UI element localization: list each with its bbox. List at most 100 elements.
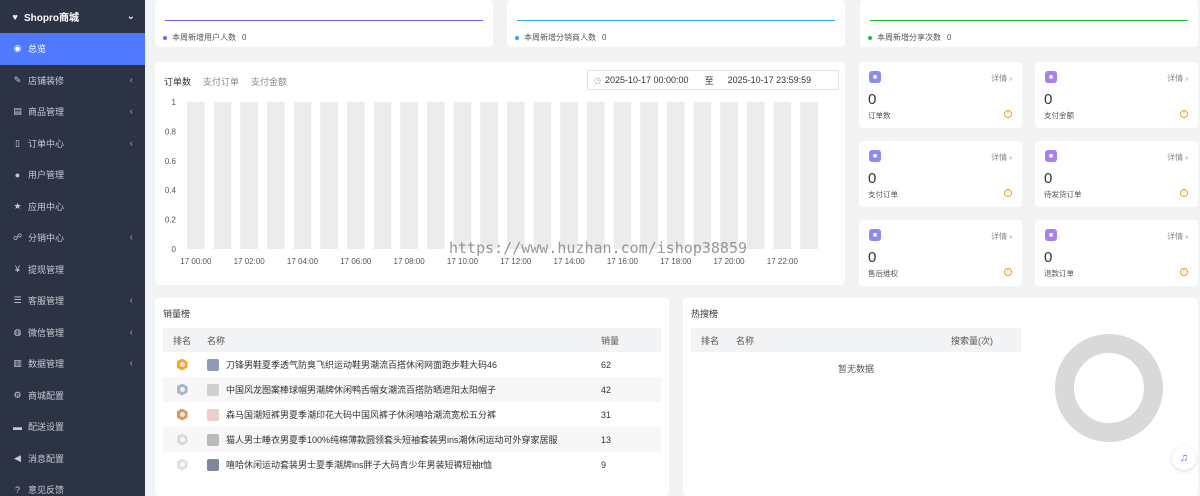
rank-medal-icon [176,358,188,371]
info-icon[interactable]: ! [1004,268,1012,276]
bar-background [640,102,658,249]
tab-order-count[interactable]: 订单数 [164,75,191,88]
stat-value: 0 [1044,249,1053,266]
sidebar-item-12[interactable]: ▬ 配送设置 [0,411,145,443]
product-name[interactable]: 猫人男士睡衣男夏季100%纯棉薄款圆领套头短袖套装男ins潮休闲运动可外穿家居服 [226,433,558,446]
sidebar-item-9[interactable]: ◍ 微信管理 ‹ [0,317,145,349]
product-name[interactable]: 森马国潮短裤男夏季潮印花大码中国风裤子休闲嘻哈潮流宽松五分裤 [226,408,496,421]
rank-cell [163,458,201,471]
stat-label: 退款订单 [1044,269,1074,278]
x-tick-label: 17 18:00 [660,257,692,266]
table-header: 排名 名称 销量 [163,328,661,352]
stat-card-0: ■ 详情 › 0 订单数! [859,62,1022,128]
paid-order-icon: ■ [869,150,881,162]
col-name: 名称 [207,335,226,346]
sidebar-item-14[interactable]: ? 意见反馈 [0,474,145,496]
legend-dot [515,35,519,40]
rank-cell [163,408,201,421]
y-tick-label: 0.4 [165,186,177,195]
strip-value: 0 [602,33,607,42]
chevron-right-icon: › [1009,74,1012,83]
date-start[interactable]: 2025-10-17 00:00:00 [605,75,689,85]
chevron-right-icon: › [1009,153,1012,162]
sidebar-item-10[interactable]: ▥ 数据管理 ‹ [0,348,145,380]
detail-link[interactable]: 详情 › [991,152,1012,163]
info-icon[interactable]: ! [1180,110,1188,118]
yen-icon: ¥ [14,264,20,275]
detail-link[interactable]: 详情 › [1167,73,1188,84]
info-icon[interactable]: ! [1180,268,1188,276]
product-name[interactable]: 中国风龙图案棒球帽男潮牌休闲鸭舌帽女潮流百搭防晒遮阳太阳帽子 [226,383,496,396]
tab-paid-amount[interactable]: 支付金额 [251,75,287,88]
stat-card-2: ■ 详情 › 0 支付订单! [859,141,1022,207]
rank-medal-icon [176,383,188,396]
sidebar-item-label: 提现管理 [28,264,65,275]
sidebar-item-1[interactable]: ✎ 店铺装修 ‹ [0,65,145,97]
detail-link[interactable]: 详情 › [1167,231,1188,242]
y-tick-label: 0.2 [165,216,177,225]
stat-value: 0 [1044,91,1053,108]
bar-background [693,102,712,249]
x-tick-label: 17 00:00 [180,257,212,266]
chevron-left-icon: ‹ [129,295,133,307]
star-icon: ★ [13,200,22,211]
rank-medal-icon [176,433,188,446]
gears-icon: ⚙ [13,389,22,400]
shield-icon: ■ [869,229,881,241]
detail-link[interactable]: 详情 › [1167,152,1188,163]
rank-cell [163,433,201,446]
brand-bar[interactable]: ♥ Shopro商城 ⌄ [0,0,145,33]
detail-link[interactable]: 详情 › [991,73,1012,84]
product-thumbnail [207,358,219,371]
shipping-icon: ■ [1045,150,1057,162]
brush-icon: ✎ [13,74,22,85]
sidebar-item-4[interactable]: ● 用户管理 [0,159,145,191]
detail-link[interactable]: 详情 › [991,231,1012,242]
strip-value: 0 [947,33,952,42]
name-cell: 嘻哈休闲运动套装男士夏季潮牌ins胖子大码青少年男装短裤短袖t恤 [201,458,601,471]
table-row: 森马国潮短裤男夏季潮印花大码中国风裤子休闲嘻哈潮流宽松五分裤 31 [163,402,661,427]
sidebar-item-7[interactable]: ¥ 提现管理 [0,254,145,286]
sidebar-item-label: 客服管理 [28,296,65,307]
rank-medal-icon [176,458,188,471]
stat-value: 0 [868,249,877,266]
refund-icon: ■ [1045,229,1057,241]
chevron-down-icon: ⌄ [126,11,135,22]
col-rank: 排名 [172,335,191,346]
tab-paid-orders[interactable]: 支付订单 [203,75,239,88]
legend-dot [868,35,872,40]
chevron-right-icon: › [1185,74,1188,83]
detail-label: 详情 [1167,153,1184,162]
sidebar-item-13[interactable]: ◀ 消息配置 [0,443,145,475]
sidebar-item-label: 分销中心 [28,233,65,244]
bar-background [346,102,365,249]
info-icon[interactable]: ! [1004,110,1012,118]
sidebar-item-6[interactable]: ☍ 分销中心 ‹ [0,222,145,254]
info-icon[interactable]: ! [1004,189,1012,197]
date-end[interactable]: 2025-10-17 23:59:59 [728,75,812,85]
stat-value: 0 [868,91,877,108]
product-name[interactable]: 嘻哈休闲运动套装男士夏季潮牌ins胖子大码青少年男装短裤短袖t恤 [226,458,492,471]
sidebar-item-0[interactable]: ◉ 总览 [0,33,145,65]
sidebar-item-8[interactable]: ☰ 客服管理 ‹ [0,285,145,317]
sidebar-item-3[interactable]: ▯ 订单中心 ‹ [0,128,145,160]
stat-card-3: ■ 详情 › 0 待发货订单! [1035,141,1198,207]
bar-background [426,102,445,249]
date-range-picker[interactable]: ◷ 2025-10-17 00:00:00 至 2025-10-17 23:59… [587,70,839,90]
bell-icon[interactable]: ♫ [1172,446,1196,470]
shop-logo-icon: ♥ [12,11,18,22]
product-name[interactable]: 刀锋男鞋夏季透气防臭飞织运动鞋男潮流百搭休闲网面跑步鞋大码46 [226,358,497,371]
sales-rank-title: 销量榜 [163,309,191,319]
sidebar-item-2[interactable]: ▤ 商品管理 ‹ [0,96,145,128]
sidebar-item-label: 总览 [28,44,47,55]
sales-rank-card: 销量榜 排名 名称 销量 刀锋男鞋夏季透气防臭飞织运动鞋男潮流百搭休闲网面跑步鞋… [155,298,669,496]
info-icon[interactable]: ! [1180,189,1188,197]
sidebar-item-5[interactable]: ★ 应用中心 [0,191,145,223]
bar-background [320,102,338,249]
wallet-icon: ■ [1045,71,1057,83]
x-tick-label: 17 08:00 [394,257,426,266]
product-thumbnail [207,433,219,446]
sidebar-item-11[interactable]: ⚙ 商城配置 [0,380,145,412]
x-tick-label: 17 10:00 [447,257,479,266]
bar-background [613,102,632,249]
